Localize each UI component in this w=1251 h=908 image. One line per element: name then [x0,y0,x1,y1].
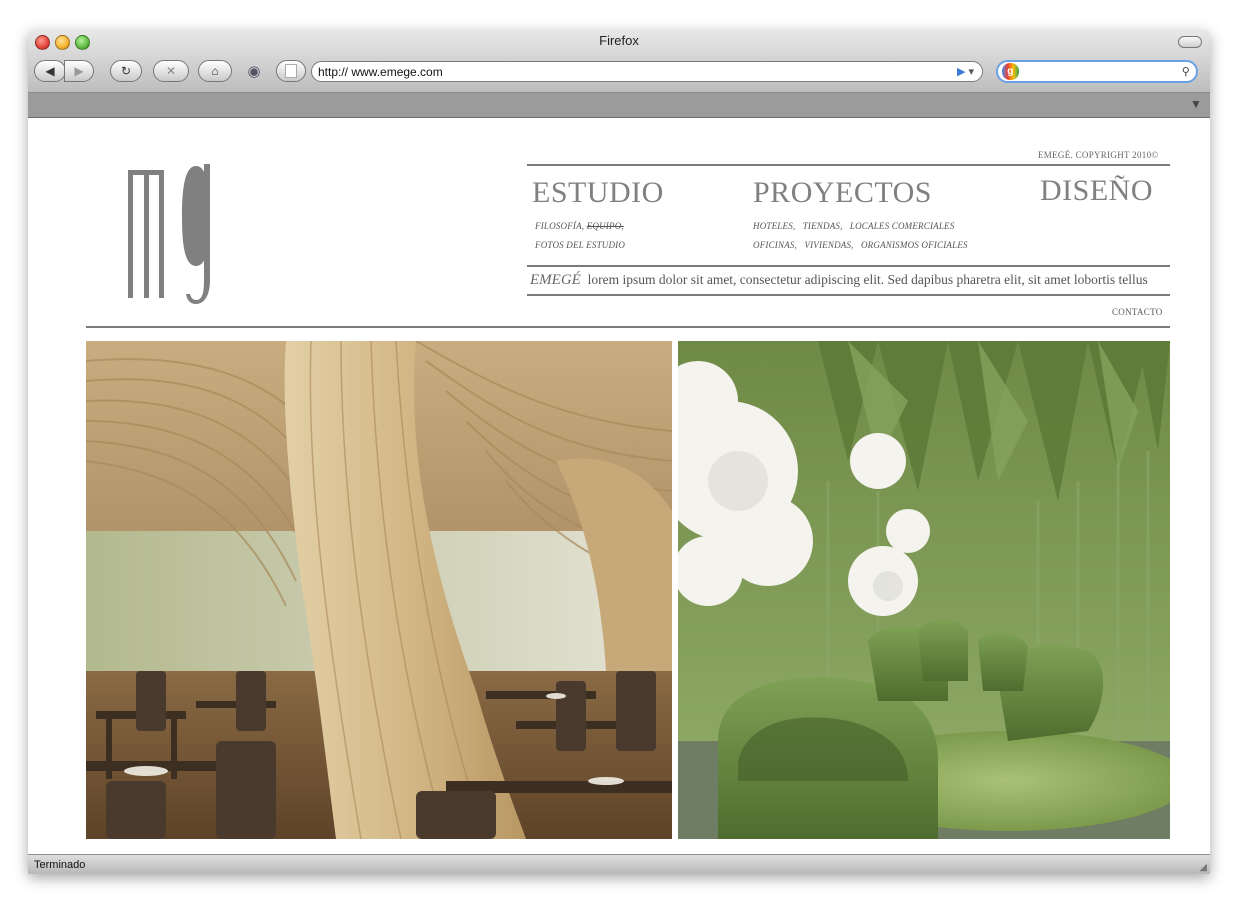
home-icon: ⌂ [211,64,219,78]
toolbar-toggle-button[interactable] [1178,36,1202,48]
reload-button[interactable]: ↻ [110,60,142,82]
site-logo[interactable] [126,162,218,306]
url-text[interactable]: http:// www.emege.com [318,65,957,79]
history-button[interactable]: ◉ [240,60,268,82]
tagline-top-divider [527,265,1170,267]
green-lounge-photo[interactable] [678,341,1170,839]
site-identity-button[interactable] [276,60,306,82]
page-content: EMEGÉ. COPYRIGHT 2010© ESTUDIO PROYECTOS… [28,118,1210,854]
search-engine-selector[interactable]: g [1002,63,1019,80]
reload-icon: ↻ [120,64,132,78]
tagline-brand: EMEGÉ [530,272,581,288]
status-text: Terminado [34,858,86,871]
tagline: EMEGÉ lorem ipsum dolor sit amet, consec… [530,272,1148,289]
estudio-sublinks-row1: FILOSOFÍA, EQUIPO, [535,221,624,231]
history-icon: ◉ [247,63,261,80]
header-bottom-divider [86,326,1170,328]
stop-button[interactable]: ✕ [153,60,189,82]
link-filosofia[interactable]: FILOSOFÍA, [535,221,584,231]
contacto-link[interactable]: CONTACTO [1112,307,1163,317]
restaurant-wood-photo[interactable] [86,341,672,839]
link-equipo[interactable]: EQUIPO, [587,221,624,231]
search-input[interactable] [1022,63,1182,80]
resize-grip-icon[interactable]: ◢ [1199,862,1207,873]
address-bar[interactable]: http:// www.emege.com ▶ ▾ [311,61,983,82]
nav-diseno[interactable]: DISEÑO [1040,174,1153,208]
nav-estudio[interactable]: ESTUDIO [532,176,664,210]
header-top-divider [527,164,1170,166]
tagline-bottom-divider [527,294,1170,296]
stop-icon: ✕ [165,64,177,78]
proyectos-sublinks-row2[interactable]: OFICINAS, VIVIENDAS, ORGANISMOS OFICIALE… [753,240,968,250]
nav-proyectos[interactable]: PROYECTOS [753,176,932,210]
forward-button[interactable]: ▶ [64,60,94,82]
link-fotos-del-estudio[interactable]: FOTOS DEL ESTUDIO [535,240,625,250]
forward-icon: ▶ [74,64,84,78]
site-icon [285,64,297,78]
home-button[interactable]: ⌂ [198,60,232,82]
browser-window: Firefox ◀ ▶ ↻ ✕ ⌂ ◉ http:// www.emege.co… [28,30,1210,874]
proyectos-sublinks-row1[interactable]: HOTELES, TIENDAS, LOCALES COMERCIALES [753,221,954,231]
title-bar: Firefox ◀ ▶ ↻ ✕ ⌂ ◉ http:// www.emege.co… [28,30,1210,93]
window-title: Firefox [599,33,639,48]
back-icon: ◀ [45,64,55,78]
search-icon[interactable]: ⚲ [1182,65,1192,78]
status-bar: Terminado ◢ [28,854,1210,874]
search-box[interactable]: g ⚲ [996,60,1198,83]
bookmarks-toolbar: ▼ [28,93,1210,118]
bookmarks-menu-icon[interactable]: ▼ [1190,97,1204,111]
rss-icon[interactable]: ▶ ▾ [957,65,974,78]
copyright-notice: EMEGÉ. COPYRIGHT 2010© [1038,150,1159,160]
back-button[interactable]: ◀ [34,60,66,82]
tagline-text: lorem ipsum dolor sit amet, consectetur … [587,272,1148,287]
